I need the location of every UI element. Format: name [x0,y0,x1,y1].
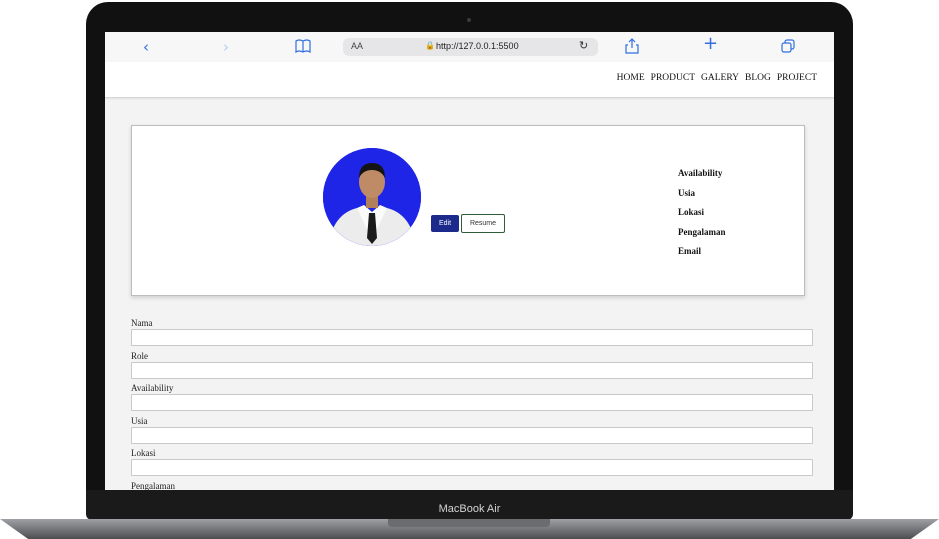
info-usia-label: Usia [678,187,696,198]
share-icon[interactable] [625,38,639,58]
usia-label: Usia [131,415,148,426]
profile-form: Nama Role Availability Usia Lokasi Penga… [131,318,813,490]
role-input[interactable] [131,361,813,379]
avatar [323,148,421,246]
availability-label: Availability [131,383,174,393]
nav-links: HOME PRODUCT GALERY BLOG PROJECT [617,73,817,83]
info-availability-label: Availability [678,168,723,178]
profile-card: Edit Resume Availability Usia Lokasi Pen… [131,125,805,296]
info-lokasi-label: Lokasi [678,207,705,217]
nama-input[interactable] [131,329,813,346]
usia-input[interactable] [131,426,813,444]
tabs-icon[interactable] [781,39,795,57]
nav-home[interactable]: HOME [617,73,645,83]
form-field-availability: Availability [131,383,813,416]
role-label: Role [131,350,148,361]
lock-icon: 🔒 [425,41,435,50]
camera-dot [467,18,471,22]
profile-info-list: Availability Usia Lokasi Pengalaman Emai… [678,168,726,266]
reload-icon[interactable]: ↻ [579,39,588,52]
form-field-nama: Nama [131,318,813,351]
url-text: http://127.0.0.1:5500 [436,41,519,51]
resume-button[interactable]: Resume [461,214,505,233]
info-pengalaman-label: Pengalaman [678,226,726,237]
edit-button[interactable]: Edit [431,215,459,232]
info-email-label: Email [678,246,702,256]
nama-label: Nama [131,318,153,328]
text-size-button[interactable]: AA [351,41,363,51]
chevron-right-icon[interactable]: › [223,38,229,56]
form-field-lokasi: Lokasi [131,448,813,481]
chevron-left-icon[interactable]: ‹ [143,38,149,56]
book-icon[interactable] [295,39,311,57]
form-field-role: Role [131,351,813,384]
address-bar[interactable]: AA 🔒 http://127.0.0.1:5500 ↻ [343,38,598,56]
site-navbar: HOME PRODUCT GALERY BLOG PROJECT [105,62,834,98]
device-brand-label: MacBook Air [438,503,501,515]
nav-galery[interactable]: GALERY [701,73,739,83]
nav-product[interactable]: PRODUCT [651,73,695,83]
browser-toolbar: ‹ › AA 🔒 http://127.0.0.1:5500 ↻ + [105,32,834,63]
form-field-pengalaman: Pengalaman [131,481,813,491]
plus-icon[interactable]: + [703,35,718,53]
lokasi-input[interactable] [131,459,813,476]
form-field-usia: Usia [131,416,813,449]
lokasi-label: Lokasi [131,448,156,458]
laptop-hinge [388,519,550,527]
availability-input[interactable] [131,394,813,411]
browser-screen: ‹ › AA 🔒 http://127.0.0.1:5500 ↻ + HOME … [105,32,834,490]
nav-blog[interactable]: BLOG [745,73,771,83]
nav-project[interactable]: PROJECT [777,73,817,83]
pengalaman-label: Pengalaman [131,480,175,491]
